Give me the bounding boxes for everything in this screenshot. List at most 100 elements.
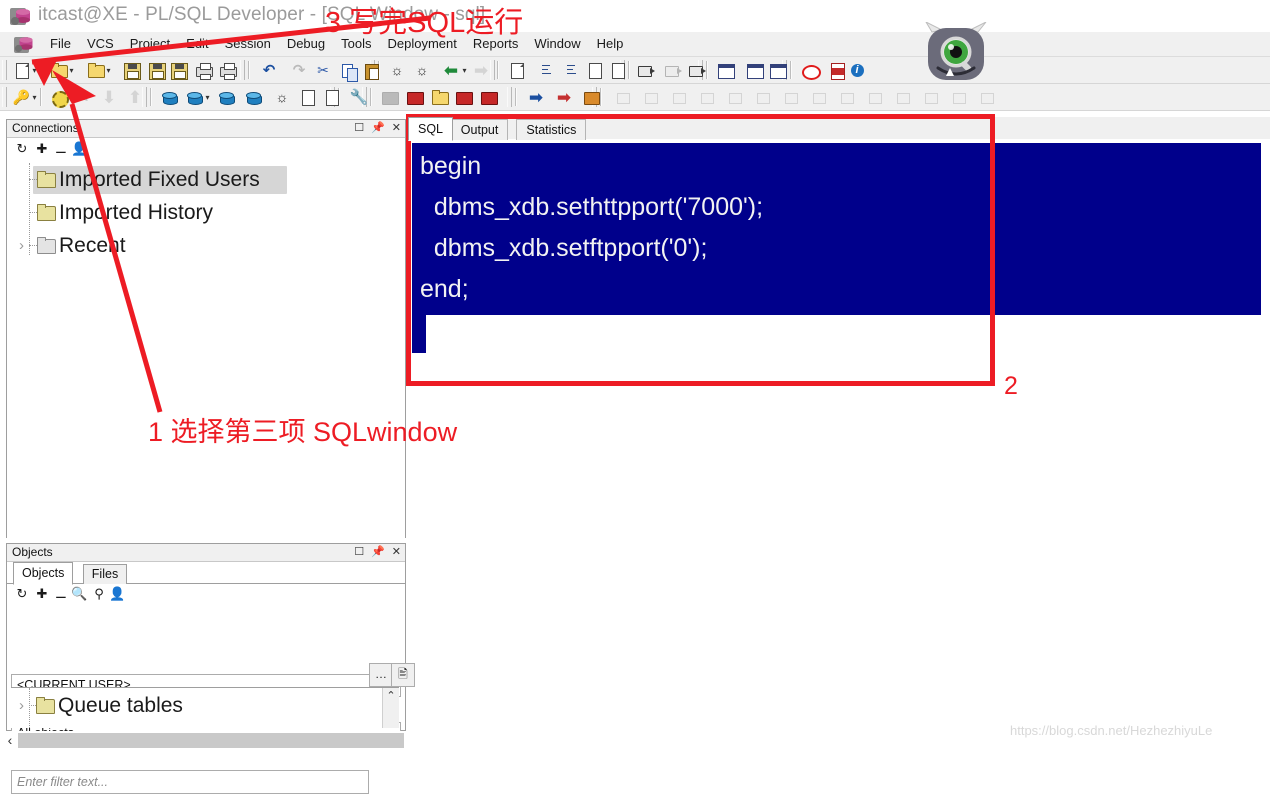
pin-icon[interactable]: 📌 [371,121,385,135]
menu-item-project[interactable]: Project [122,32,178,56]
open-recent-button[interactable] [84,59,106,81]
new-button[interactable] [10,59,32,81]
objects-tree-item[interactable]: › Queue tables [11,689,399,722]
book-copy-button[interactable] [452,86,474,108]
form-view-button[interactable] [766,59,788,81]
close-icon[interactable]: ✕ [392,121,401,135]
blue-arrow-button[interactable]: ➡ [525,86,547,108]
refresh-icon[interactable]: ↻ [14,586,30,602]
undo-button[interactable]: ↶ [258,59,280,81]
chevron-right-icon[interactable]: › [19,698,24,714]
print-preview-button[interactable] [216,59,238,81]
chevron-down-icon[interactable]: ▾ [105,67,112,75]
find-button[interactable]: ☼ [386,59,408,81]
compare-button[interactable]: ☼ [271,86,293,108]
check-syntax-button[interactable] [505,59,527,81]
info-button[interactable]: i [846,59,868,81]
remove-icon[interactable]: ⚊ [53,586,69,602]
objects-tree-scrollbar[interactable]: ⌃ [382,688,399,728]
add-icon[interactable]: ✚ [34,141,50,157]
connections-tree-item[interactable]: › Recent [7,229,405,262]
toolbar-grip[interactable] [2,87,7,107]
objects-tab-objects[interactable]: Objects [13,562,74,585]
scroll-left-arrow-icon[interactable]: ‹ [2,731,18,750]
run-debug-button[interactable] [634,59,656,81]
chevron-down-icon[interactable]: ▾ [68,67,75,75]
find-icon[interactable]: 🔍 [71,586,87,602]
chevron-down-icon[interactable]: ▾ [204,94,211,102]
menu-item-help[interactable]: Help [589,32,632,56]
scroll-up-arrow-icon[interactable]: ⌃ [383,688,399,704]
copy-button[interactable] [337,59,359,82]
book-red-button[interactable] [403,86,425,108]
objects-tab-files[interactable]: Files [82,564,128,584]
grid-view-button[interactable] [743,59,765,81]
menu-item-session[interactable]: Session [217,32,279,56]
export-button[interactable]: ⬅ [440,59,462,81]
refresh-icon[interactable]: ↻ [14,141,30,157]
sql-window-tab-statistics[interactable]: Statistics [516,119,587,140]
cut-button[interactable]: ✂ [312,59,334,81]
pin-icon[interactable]: 📌 [371,545,385,559]
filter-icon[interactable]: ⚲ [91,586,107,602]
find-next-button[interactable]: ☼ [411,59,433,81]
print-button[interactable] [192,59,214,81]
menu-item-vcs[interactable]: VCS [79,32,122,56]
gear-button[interactable] [47,86,69,108]
save-as-icon [148,62,166,80]
filter-input[interactable]: Enter filter text... [11,770,369,794]
objects-panel-titlebar: Objects ☐ 📌 ✕ [7,544,405,562]
save-as-button[interactable] [145,59,167,81]
chevron-down-icon[interactable]: ▾ [461,67,468,75]
red-arrow-button[interactable]: ➡ [553,86,575,108]
menu-item-file[interactable]: File [42,32,79,56]
step-over-button[interactable] [685,59,707,81]
sql-window-tab-sql[interactable]: SQL [408,117,454,141]
book-folder-button[interactable] [428,86,450,108]
pdf-export-button[interactable] [826,59,848,81]
connections-tree-item[interactable]: Imported Fixed Users [7,163,405,196]
uncomment-button[interactable] [606,59,628,81]
menu-item-edit[interactable]: Edit [178,32,216,56]
book-edit-button[interactable] [477,86,499,108]
toolbox-button[interactable] [580,86,602,108]
paste-button[interactable] [360,59,382,81]
chevron-down-icon[interactable]: ▾ [31,94,38,102]
connections-tree-item[interactable]: Imported History [7,196,405,229]
comment-button[interactable] [583,59,605,81]
maximize-icon[interactable]: ☐ [354,121,364,135]
chevron-right-icon[interactable]: › [19,238,24,254]
toolbar-grip[interactable] [2,60,7,80]
sql-db-button[interactable] [183,86,205,108]
outdent-button[interactable] [558,59,580,81]
add-icon[interactable]: ✚ [34,586,50,602]
remove-icon[interactable]: ⚊ [53,141,69,157]
sql-editor[interactable]: begin dbms_xdb.sethttpport('7000'); dbms… [408,140,1270,355]
edit-user-icon[interactable]: 👤 [71,141,87,157]
toolbar-grip[interactable] [240,60,245,80]
history-button[interactable] [320,86,342,108]
wrench-button[interactable]: 🔧 [347,86,369,108]
disconnect-db-button[interactable] [242,86,264,108]
connect-db-button[interactable] [215,86,237,108]
ellipsis-button[interactable]: … [369,663,393,687]
indent-button[interactable] [533,59,555,81]
save-button[interactable] [120,59,142,81]
user-icon[interactable]: 👤 [109,586,125,602]
close-icon[interactable]: ✕ [392,545,401,559]
maximize-icon[interactable]: ☐ [354,545,364,559]
sql-window-tab-output[interactable]: Output [450,119,509,140]
open-folder-button[interactable] [47,59,69,81]
script-button[interactable]: 🖹 [391,663,415,687]
key-button[interactable]: 🔑 [10,86,32,108]
session-db-button[interactable] [158,86,180,108]
stop-button[interactable] [798,59,821,81]
chevron-down-icon[interactable]: ▾ [31,67,38,75]
checklist-button[interactable] [296,86,318,108]
panel-splitter[interactable] [0,538,406,542]
window-list-button[interactable] [714,59,736,81]
horizontal-scrollbar[interactable] [18,733,404,748]
toolbar-grip[interactable] [507,87,512,107]
menu-item-window[interactable]: Window [526,32,588,56]
save-all-button[interactable] [167,59,189,81]
